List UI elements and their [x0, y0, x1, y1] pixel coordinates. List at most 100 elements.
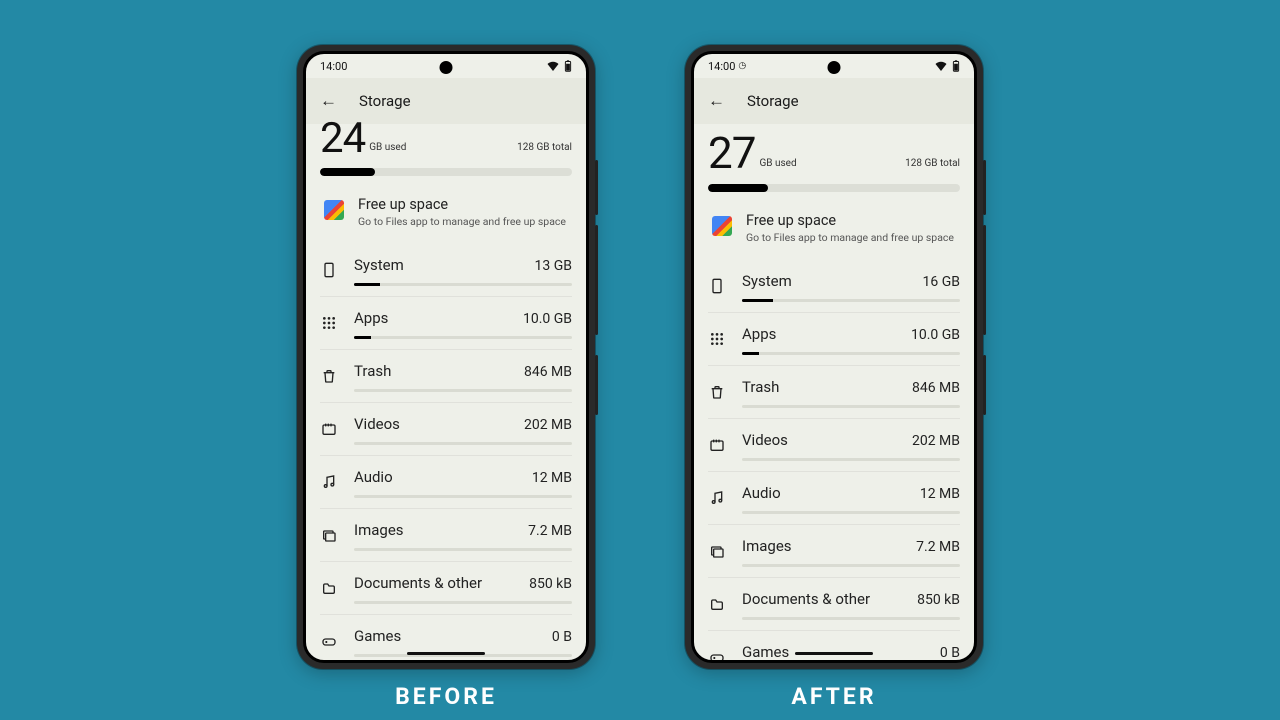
files-app-icon [324, 200, 344, 220]
category-name: Documents & other [742, 590, 870, 608]
phone-frame: 14:00 ← Storage 24 GB used 128 GB total [297, 45, 595, 669]
apps-icon [320, 314, 338, 332]
category-name: Audio [354, 468, 393, 486]
category-size: 0 B [552, 629, 572, 645]
category-name: Games [354, 627, 401, 645]
category-bar [742, 511, 960, 514]
category-bar [742, 617, 960, 620]
category-apps[interactable]: Apps10.0 GB [320, 296, 572, 349]
category-name: Videos [742, 431, 788, 449]
trash-icon [708, 383, 726, 401]
camera-notch [440, 61, 453, 74]
category-video[interactable]: Videos 202 MB [320, 402, 572, 455]
storage-summary: 27 GB used 128 GB total [708, 124, 960, 174]
doc-icon [320, 579, 338, 597]
status-time: 14:00 [320, 60, 347, 73]
storage-progress-fill [320, 168, 375, 176]
category-size: 12 MB [532, 470, 572, 486]
used-label: GB used [759, 158, 796, 174]
free-up-space-row[interactable]: Free up space Go to Files app to manage … [708, 208, 960, 256]
category-system[interactable]: System 13 GB [320, 244, 572, 296]
category-name: Audio [742, 484, 781, 502]
caption-before: BEFORE [395, 683, 497, 710]
back-icon[interactable]: ← [708, 91, 725, 111]
page-title: Storage [359, 92, 411, 110]
category-size: 12 MB [920, 486, 960, 502]
category-game[interactable]: Games 0 B [320, 614, 572, 663]
free-up-space-row[interactable]: Free up space Go to Files app to manage … [320, 192, 572, 240]
category-doc[interactable]: Documents & other 850 kB [708, 577, 960, 630]
category-bar [742, 458, 960, 461]
category-doc[interactable]: Documents & other850 kB [320, 561, 572, 614]
category-apps[interactable]: Apps10.0 GB [708, 312, 960, 365]
category-bar [354, 389, 572, 392]
used-number: 27 [708, 134, 755, 174]
files-app-icon [712, 216, 732, 236]
category-system[interactable]: System16 GB [708, 260, 960, 312]
caption-after: AFTER [791, 683, 876, 710]
battery-icon [952, 60, 960, 72]
nav-handle[interactable] [407, 652, 485, 655]
trash-icon [320, 367, 338, 385]
camera-notch [828, 61, 841, 74]
storage-progress [320, 168, 572, 176]
page-title: Storage [747, 92, 799, 110]
category-name: Games [742, 643, 789, 661]
apps-icon [708, 330, 726, 348]
category-list-after: System16 GBApps10.0 GB Trash 846 MB Videos2… [708, 260, 960, 663]
category-trash[interactable]: Trash846 MB [320, 349, 572, 402]
battery-icon [564, 60, 572, 72]
category-bar [354, 442, 572, 445]
category-video[interactable]: Videos202 MB [708, 418, 960, 471]
category-bar [354, 601, 572, 604]
category-size: 850 kB [529, 576, 572, 592]
total-label: 128 GB total [517, 142, 572, 158]
back-icon[interactable]: ← [320, 91, 337, 111]
phone-screen-after: 14:00 ◷ ← Storage 27 GB used 128 [691, 51, 977, 663]
category-image[interactable]: Images7.2 MB [708, 524, 960, 577]
system-icon [708, 277, 726, 295]
category-audio[interactable]: Audio 12 MB [708, 471, 960, 524]
nav-handle[interactable] [795, 652, 873, 655]
storage-summary: 24 GB used 128 GB total [320, 124, 572, 158]
phone-screen-before: 14:00 ← Storage 24 GB used 128 GB total [303, 51, 589, 663]
category-game[interactable]: Games 0 B [708, 630, 960, 663]
category-size: 13 GB [535, 258, 572, 274]
free-up-subtitle: Go to Files app to manage and free up sp… [746, 231, 954, 244]
free-up-title: Free up space [746, 212, 954, 229]
category-name: Images [354, 521, 404, 539]
category-size: 202 MB [524, 417, 572, 433]
game-icon [320, 632, 338, 650]
wifi-icon [547, 61, 559, 71]
video-icon [320, 420, 338, 438]
wifi-icon [935, 61, 947, 71]
category-bar [354, 283, 572, 286]
category-size: 0 B [940, 645, 960, 661]
category-size: 7.2 MB [916, 539, 960, 555]
category-bar [742, 564, 960, 567]
system-icon [320, 261, 338, 279]
category-bar [742, 405, 960, 408]
image-icon [708, 542, 726, 560]
category-trash[interactable]: Trash 846 MB [708, 365, 960, 418]
category-name: Videos [354, 415, 400, 433]
audio-icon [320, 473, 338, 491]
category-bar [354, 495, 572, 498]
category-name: System [354, 256, 404, 274]
image-icon [320, 526, 338, 544]
category-audio[interactable]: Audio 12 MB [320, 455, 572, 508]
category-size: 846 MB [524, 364, 572, 380]
category-size: 10.0 GB [523, 311, 572, 327]
category-size: 846 MB [912, 380, 960, 396]
category-image[interactable]: Images7.2 MB [320, 508, 572, 561]
after-column: 14:00 ◷ ← Storage 27 GB used 128 [685, 45, 983, 710]
category-name: System [742, 272, 792, 290]
category-name: Apps [742, 325, 776, 343]
video-icon [708, 436, 726, 454]
category-bar [742, 352, 960, 355]
used-number: 24 [320, 120, 365, 158]
category-size: 850 kB [917, 592, 960, 608]
used-label: GB used [369, 142, 406, 158]
category-name: Trash [742, 378, 779, 396]
audio-icon [708, 489, 726, 507]
